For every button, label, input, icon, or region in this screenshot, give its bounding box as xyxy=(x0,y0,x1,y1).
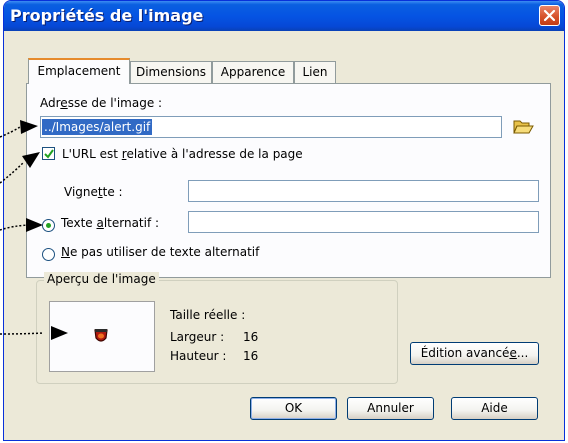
annotation-arrow-address xyxy=(0,126,21,138)
tab-label: Emplacement xyxy=(37,64,121,78)
tab-emplacement[interactable]: Emplacement xyxy=(28,58,130,84)
annotation-arrow-preview xyxy=(0,332,45,335)
annotation-arrow-relative xyxy=(0,161,25,184)
annotation-arrow-alt xyxy=(0,224,29,231)
